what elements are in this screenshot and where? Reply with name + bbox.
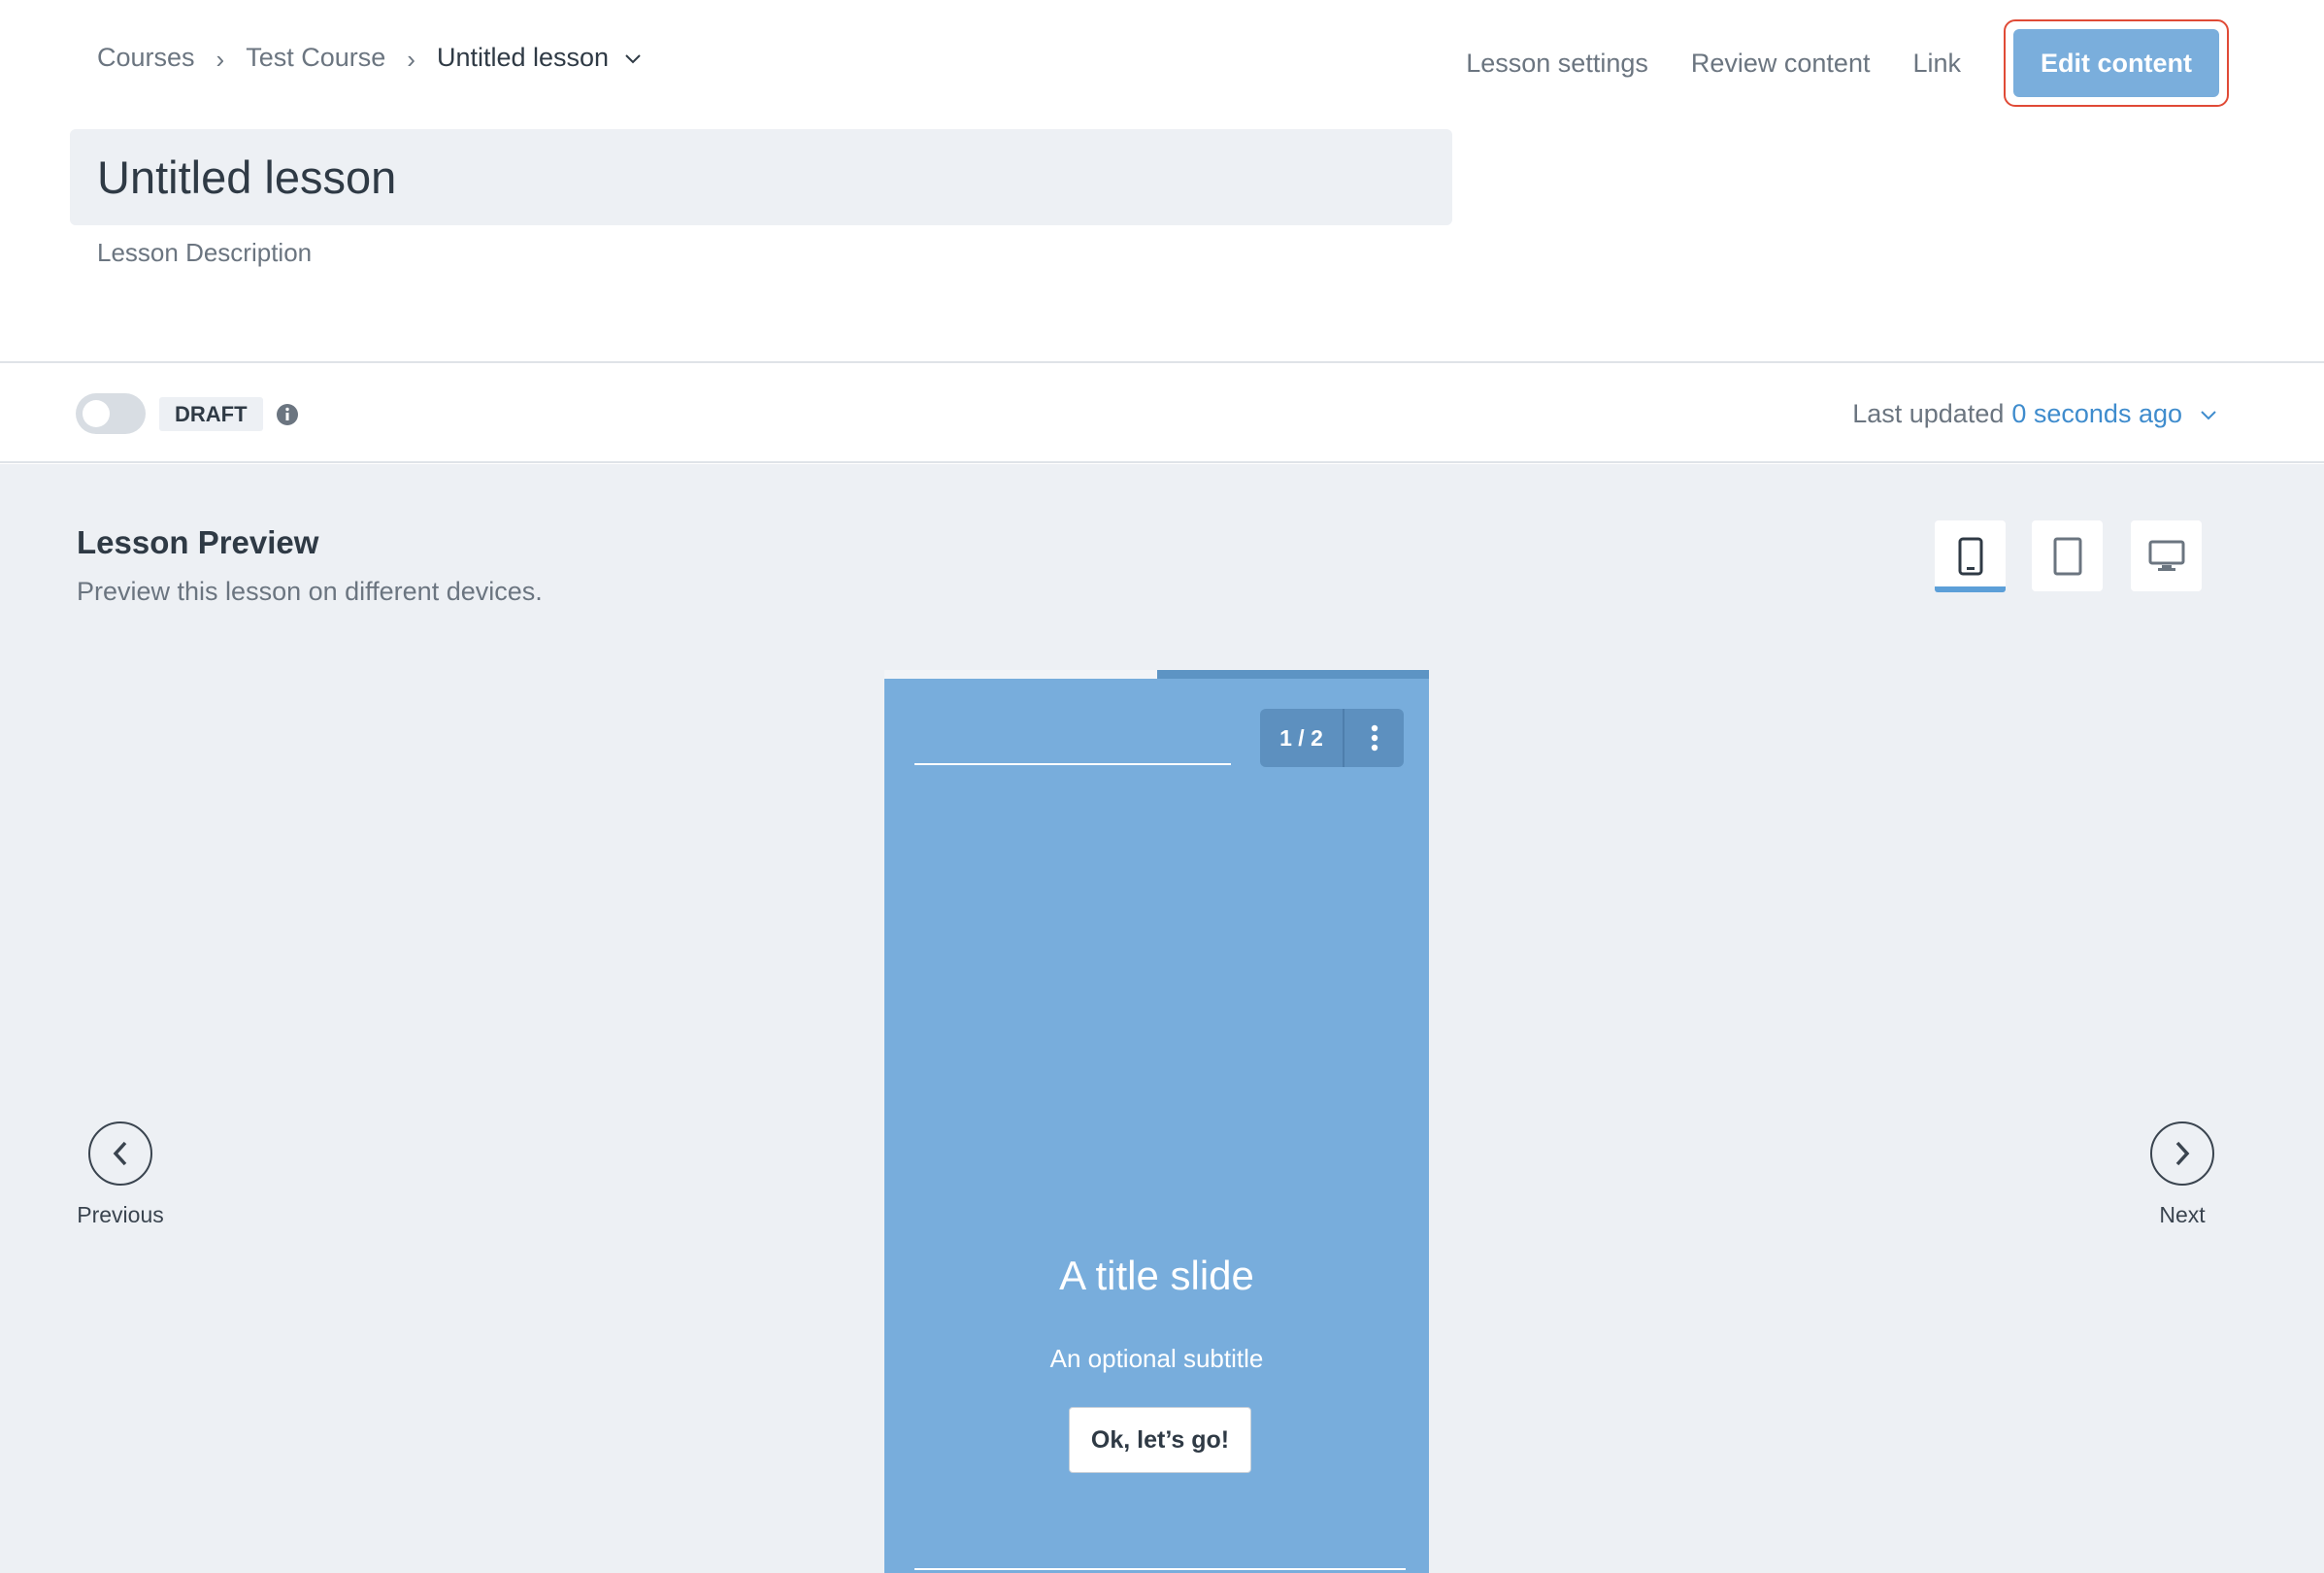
last-updated[interactable]: Last updated 0 seconds ago — [1852, 399, 2217, 429]
breadcrumb-separator-icon: › — [216, 45, 225, 74]
status-bar: DRAFT Last updated 0 seconds ago — [0, 364, 2324, 463]
lesson-title-input[interactable]: Untitled lesson — [70, 129, 1452, 225]
device-tab-tablet[interactable] — [2032, 520, 2103, 591]
last-updated-label: Last updated — [1852, 399, 2005, 428]
slide-subtitle: An optional subtitle — [1049, 1344, 1264, 1373]
edit-content-highlight: Edit content — [2004, 19, 2229, 107]
breadcrumb-current-lesson[interactable]: Untitled lesson — [437, 43, 609, 73]
lesson-preview-area: Lesson Preview Preview this lesson on di… — [0, 464, 2324, 1573]
slide-progress-bar — [884, 670, 1429, 679]
device-tab-phone[interactable] — [1935, 520, 2006, 592]
next-label: Next — [2159, 1202, 2206, 1227]
edit-content-button[interactable]: Edit content — [2013, 29, 2219, 97]
slide-counter: 1 / 2 — [1260, 709, 1404, 767]
lesson-description-input[interactable]: Lesson Description — [97, 238, 312, 268]
info-icon[interactable] — [276, 403, 299, 426]
chevron-right-icon — [2175, 1141, 2190, 1166]
chevron-down-icon[interactable] — [2200, 406, 2217, 423]
slide-start-button[interactable]: Ok, let’s go! — [1069, 1407, 1251, 1473]
slide-counter-text: 1 / 2 — [1260, 709, 1345, 767]
breadcrumb-separator-icon: › — [407, 45, 415, 74]
toggle-knob — [83, 400, 110, 427]
publish-toggle[interactable] — [76, 393, 146, 434]
chevron-down-icon[interactable] — [624, 50, 642, 67]
chevron-left-icon — [113, 1141, 127, 1166]
slide-progress-fill — [884, 670, 1157, 679]
slide-title: A title slide — [1059, 1253, 1254, 1298]
phone-icon — [1958, 537, 1982, 575]
next-slide-button[interactable] — [2150, 1121, 2214, 1186]
tablet-icon — [2053, 537, 2081, 575]
preview-subtitle: Preview this lesson on different devices… — [77, 577, 543, 606]
slide-bottom-divider — [914, 1568, 1406, 1570]
status-badge: DRAFT — [159, 397, 263, 431]
lesson-header: Courses › Test Course › Untitled lesson … — [0, 0, 2324, 363]
link-link[interactable]: Link — [1912, 49, 1961, 79]
slide-top-divider — [914, 763, 1231, 765]
previous-label: Previous — [77, 1202, 164, 1227]
breadcrumb-test-course[interactable]: Test Course — [246, 43, 385, 73]
lesson-top-nav: Lesson settings Review content Link Edit… — [1466, 19, 2324, 107]
lesson-settings-link[interactable]: Lesson settings — [1466, 49, 1648, 79]
more-vertical-icon — [1371, 724, 1378, 752]
breadcrumb: Courses › Test Course › Untitled lesson — [97, 43, 642, 74]
preview-title: Lesson Preview — [77, 524, 319, 560]
desktop-icon — [2148, 540, 2184, 571]
phone-preview-frame: 1 / 2 A title slide An optional subtitle… — [884, 670, 1429, 1573]
device-tab-desktop[interactable] — [2131, 520, 2202, 591]
slide-menu-button[interactable] — [1345, 709, 1404, 767]
last-updated-time[interactable]: 0 seconds ago — [2011, 399, 2182, 429]
previous-slide-button[interactable] — [88, 1121, 152, 1186]
breadcrumb-courses[interactable]: Courses — [97, 43, 195, 73]
review-content-link[interactable]: Review content — [1691, 49, 1871, 79]
